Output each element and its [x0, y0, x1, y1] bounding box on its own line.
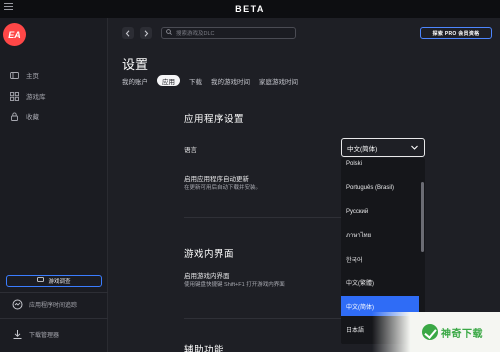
- app-time-tracking-label: 应用程序时间追踪: [29, 303, 78, 309]
- language-select[interactable]: 中文(简体): [341, 138, 425, 157]
- watermark-text: 神奇下载: [441, 328, 483, 340]
- chevron-down-icon: [411, 145, 418, 150]
- home-icon: [10, 71, 19, 80]
- main-content: 搜索游戏及DLC 探索 PRO 会员资格 设置 我的账户 应用 下载 我的游戏时…: [108, 18, 500, 352]
- auto-update-label: 启用应用程序自动更新: [184, 176, 249, 183]
- accessibility-heading: 辅助功能: [184, 345, 225, 352]
- search-placeholder: 搜索游戏及DLC: [176, 31, 215, 37]
- watermark: 神奇下载: [372, 312, 500, 352]
- ingame-ui-heading: 游戏内界面: [184, 249, 235, 260]
- feedback-button[interactable]: 游戏调查: [6, 275, 102, 287]
- sidebar-divider: [0, 318, 108, 319]
- feedback-button-label: 游戏调查: [48, 279, 71, 285]
- chevron-left-icon: [125, 29, 130, 37]
- lock-icon: [10, 112, 19, 121]
- tab-download[interactable]: 下载: [189, 75, 202, 86]
- beta-title: BETA: [235, 4, 265, 14]
- tab-my-account[interactable]: 我的账户: [122, 75, 148, 86]
- checkmark-logo-icon: [422, 324, 438, 340]
- page-title: 设置: [122, 57, 149, 72]
- dropdown-scrollbar[interactable]: [421, 182, 424, 252]
- activity-icon: [12, 299, 23, 310]
- download-manager-item[interactable]: 下载管理器: [12, 329, 59, 340]
- explore-pro-button[interactable]: 探索 PRO 会员资格: [420, 27, 492, 39]
- sidebar-item-label: 游戏库: [26, 94, 46, 101]
- tab-family-playtime[interactable]: 家庭游戏时间: [259, 75, 298, 86]
- search-input[interactable]: 搜索游戏及DLC: [161, 27, 296, 39]
- download-manager-label: 下载管理器: [29, 333, 60, 339]
- ingame-ui-label: 启用游戏内界面: [184, 273, 230, 280]
- sidebar-item-label: 收藏: [26, 114, 39, 121]
- sidebar: EA 主页 游戏库 收藏 游戏调查 应用程序时间追踪 下载管理器: [0, 18, 108, 352]
- language-option-korean[interactable]: 한국어: [341, 249, 419, 269]
- settings-tabs: 我的账户 应用 下载 我的游戏时间 家庭游戏时间: [122, 75, 307, 86]
- download-icon: [12, 329, 23, 340]
- ea-logo[interactable]: EA: [3, 23, 26, 46]
- language-select-value: 中文(简体): [347, 145, 378, 153]
- search-icon: [166, 29, 172, 37]
- language-option-polski[interactable]: Polski: [341, 158, 419, 174]
- tab-my-playtime[interactable]: 我的游戏时间: [211, 75, 250, 86]
- sidebar-item-favorites[interactable]: 收藏: [10, 110, 39, 122]
- grid-icon: [10, 91, 19, 101]
- language-option-russian[interactable]: Русский: [341, 202, 419, 222]
- sidebar-item-home[interactable]: 主页: [10, 69, 39, 81]
- tab-application[interactable]: 应用: [157, 75, 180, 86]
- language-option-portuguese[interactable]: Português (Brasil): [341, 178, 419, 198]
- sidebar-item-label: 主页: [26, 73, 39, 80]
- app-time-tracking-item[interactable]: 应用程序时间追踪: [12, 299, 77, 310]
- back-button[interactable]: [122, 27, 134, 39]
- auto-update-description: 在更新可用后自动下载并安装。: [184, 185, 262, 191]
- chat-icon: [37, 277, 45, 285]
- language-option-traditional-chinese[interactable]: 中文(繁體): [341, 272, 419, 292]
- chevron-right-icon: [144, 29, 149, 37]
- forward-button[interactable]: [140, 27, 152, 39]
- title-bar: BETA: [0, 0, 500, 18]
- sidebar-divider: [0, 292, 108, 293]
- language-option-thai[interactable]: ภาษาไทย: [341, 225, 419, 245]
- ingame-ui-description: 使用键盘快捷键 Shift+F1 打开游戏内界面: [184, 282, 285, 288]
- language-label: 语言: [184, 147, 197, 154]
- sidebar-item-library[interactable]: 游戏库: [10, 90, 46, 102]
- app-settings-heading: 应用程序设置: [184, 114, 245, 125]
